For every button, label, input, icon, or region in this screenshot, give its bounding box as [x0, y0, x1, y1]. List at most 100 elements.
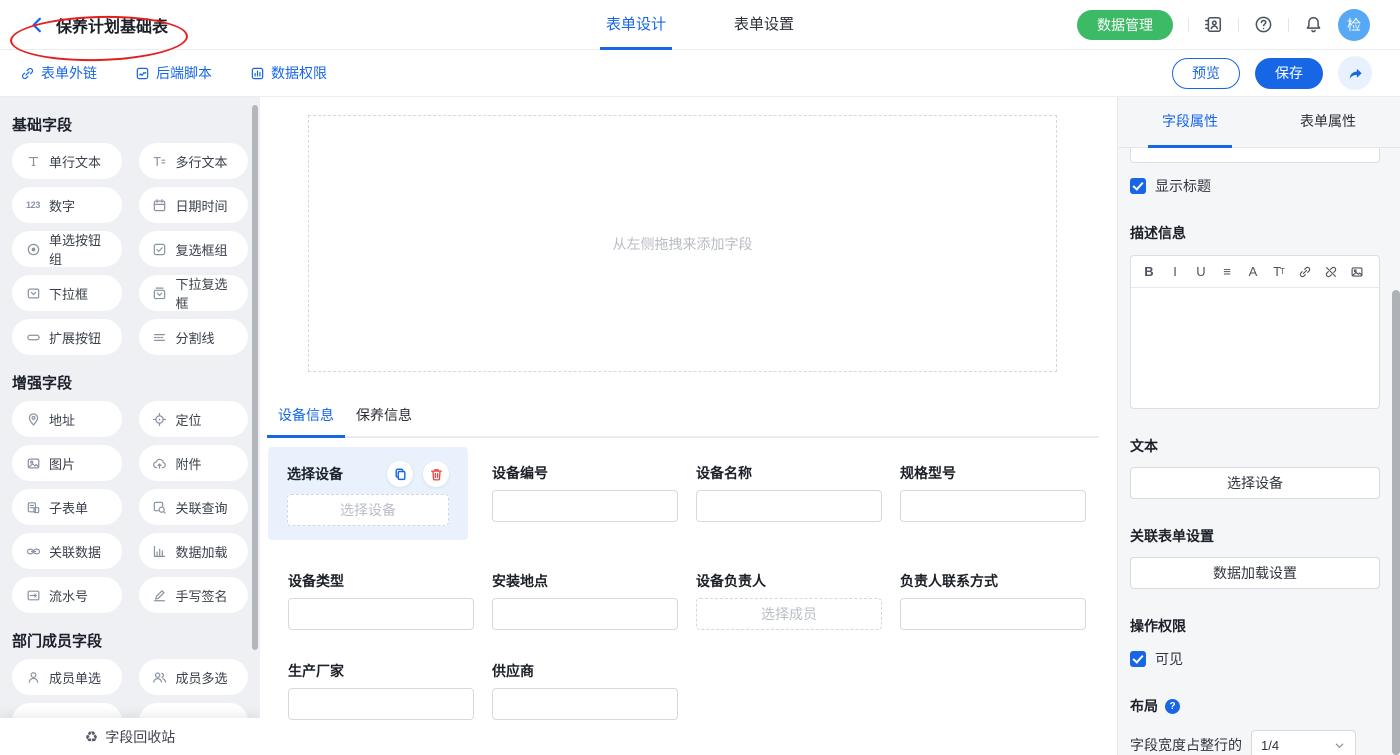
field-input[interactable]: [492, 598, 678, 630]
help-circle-icon[interactable]: ?: [1165, 699, 1180, 714]
show-title-label: 显示标题: [1155, 176, 1211, 196]
visible-label: 可见: [1155, 649, 1183, 669]
palette-section-title: 基础字段: [12, 117, 248, 135]
share-button[interactable]: [1338, 56, 1372, 90]
related-form-label: 关联表单设置: [1130, 526, 1380, 546]
field-input[interactable]: [492, 688, 678, 720]
member-multi-icon: [152, 670, 168, 685]
palette-item[interactable]: 图片: [12, 445, 122, 481]
visible-checkbox[interactable]: 可见: [1130, 649, 1380, 669]
palette-item[interactable]: 关联数据: [12, 533, 122, 569]
locate-icon: [152, 412, 168, 427]
contacts-icon[interactable]: [1204, 15, 1223, 34]
editor-font-color-icon[interactable]: A: [1242, 261, 1264, 283]
form-field[interactable]: 规格型号: [900, 465, 1086, 540]
data-load-settings-button[interactable]: 数据加载设置: [1130, 557, 1380, 589]
editor-underline-icon[interactable]: U: [1190, 261, 1212, 283]
recycle-icon: ♻: [85, 728, 98, 746]
palette-item[interactable]: 数据加载: [139, 533, 249, 569]
extend-button-icon: [25, 330, 41, 345]
form-field-selected[interactable]: 选择设备 选择设备: [268, 447, 468, 540]
palette-item[interactable]: 复选框组: [139, 231, 249, 267]
palette-item[interactable]: 123数字: [12, 187, 122, 223]
canvas-tab-1[interactable]: 保养信息: [345, 405, 423, 438]
palette-item[interactable]: 成员单选: [12, 659, 122, 695]
form-field[interactable]: 生产厂家: [288, 663, 474, 720]
form-field[interactable]: 设备负责人 选择成员: [696, 573, 882, 630]
palette-item[interactable]: 附件: [139, 445, 249, 481]
inspector-tab-0[interactable]: 字段属性: [1148, 97, 1232, 148]
field-input[interactable]: [492, 490, 678, 522]
palette-item[interactable]: 下拉框: [12, 275, 122, 311]
field-input[interactable]: [696, 490, 882, 522]
canvas-tab-0[interactable]: 设备信息: [267, 405, 345, 438]
form-field[interactable]: 安装地点: [492, 573, 678, 630]
form-field[interactable]: 供应商: [492, 663, 678, 720]
editor-bold-icon[interactable]: B: [1138, 261, 1160, 283]
header-tab-0[interactable]: 表单设计: [600, 0, 672, 50]
editor-image-icon[interactable]: [1346, 261, 1368, 283]
avatar[interactable]: 检: [1338, 9, 1370, 41]
palette-item[interactable]: 地址: [12, 401, 122, 437]
divider: [1288, 18, 1289, 32]
recycle-bin-button[interactable]: ♻ 字段回收站: [0, 718, 260, 755]
palette-item[interactable]: 分割线: [139, 319, 249, 355]
palette-item[interactable]: 子表单: [12, 489, 122, 525]
editor-font-size-icon[interactable]: TT: [1268, 261, 1290, 283]
header-tab-1[interactable]: 表单设置: [728, 0, 800, 50]
inspector-scrollbar[interactable]: [1392, 290, 1400, 755]
field-input[interactable]: [900, 490, 1086, 522]
select-device-button[interactable]: 选择设备: [1130, 467, 1380, 499]
data-manage-button[interactable]: 数据管理: [1077, 10, 1173, 40]
save-button[interactable]: 保存: [1255, 58, 1323, 89]
form-field[interactable]: 设备编号: [492, 465, 678, 540]
editor-align-icon[interactable]: ≡: [1216, 261, 1238, 283]
show-title-checkbox[interactable]: 显示标题: [1130, 176, 1380, 196]
data-load-icon: [152, 544, 168, 559]
help-icon[interactable]: [1254, 15, 1273, 34]
description-textarea[interactable]: [1131, 288, 1379, 408]
editor-unlink-icon[interactable]: [1320, 261, 1342, 283]
editor-link-icon[interactable]: [1294, 261, 1316, 283]
editor-toolbar: BIU≡ATT: [1131, 256, 1379, 288]
header-actions: 数据管理 检: [1077, 9, 1400, 41]
field-input[interactable]: [288, 598, 474, 630]
editor-italic-icon[interactable]: I: [1164, 261, 1186, 283]
text-single-icon: [25, 154, 41, 169]
palette-item[interactable]: 下拉复选框: [139, 275, 249, 311]
palette-item[interactable]: 成员多选: [139, 659, 249, 695]
form-field[interactable]: 设备名称: [696, 465, 882, 540]
palette-item[interactable]: 流水号: [12, 577, 122, 613]
description-editor: BIU≡ATT: [1130, 255, 1380, 409]
copy-field-button[interactable]: [387, 461, 413, 487]
palette-item[interactable]: 多行文本: [139, 143, 249, 179]
palette-item[interactable]: 扩展按钮: [12, 319, 122, 355]
inspector-tab-1[interactable]: 表单属性: [1286, 97, 1370, 148]
toolbar-link-0[interactable]: 表单外链: [20, 63, 97, 83]
field-input[interactable]: 选择成员: [696, 598, 882, 630]
divider-icon: [152, 330, 168, 345]
palette-item[interactable]: 日期时间: [139, 187, 249, 223]
form-field[interactable]: 负责人联系方式: [900, 573, 1086, 630]
palette-item[interactable]: 单选按钮组: [12, 231, 122, 267]
toolbar-link-2[interactable]: 数据权限: [250, 63, 327, 83]
palette-item[interactable]: 单行文本: [12, 143, 122, 179]
bell-icon[interactable]: [1304, 15, 1323, 34]
palette-item[interactable]: 定位: [139, 401, 249, 437]
form-field[interactable]: 设备类型: [288, 573, 474, 630]
palette-item[interactable]: 关联查询: [139, 489, 249, 525]
checkbox-group-icon: [152, 242, 168, 257]
back-icon[interactable]: [28, 16, 46, 34]
field-input[interactable]: [900, 598, 1086, 630]
field-width-select[interactable]: 1/4: [1251, 730, 1356, 755]
preview-button[interactable]: 预览: [1172, 58, 1240, 89]
toolbar-link-1[interactable]: 后端脚本: [135, 63, 212, 83]
field-input[interactable]: [288, 688, 474, 720]
field-title-input[interactable]: [1130, 148, 1380, 163]
dropzone[interactable]: 从左侧拖拽来添加字段: [308, 115, 1057, 372]
field-input[interactable]: 选择设备: [287, 494, 449, 526]
palette-item[interactable]: 手写签名: [139, 577, 249, 613]
checkbox-checked-icon: [1130, 651, 1146, 667]
sidebar-scrollbar[interactable]: [252, 105, 258, 650]
delete-field-button[interactable]: [423, 461, 449, 487]
